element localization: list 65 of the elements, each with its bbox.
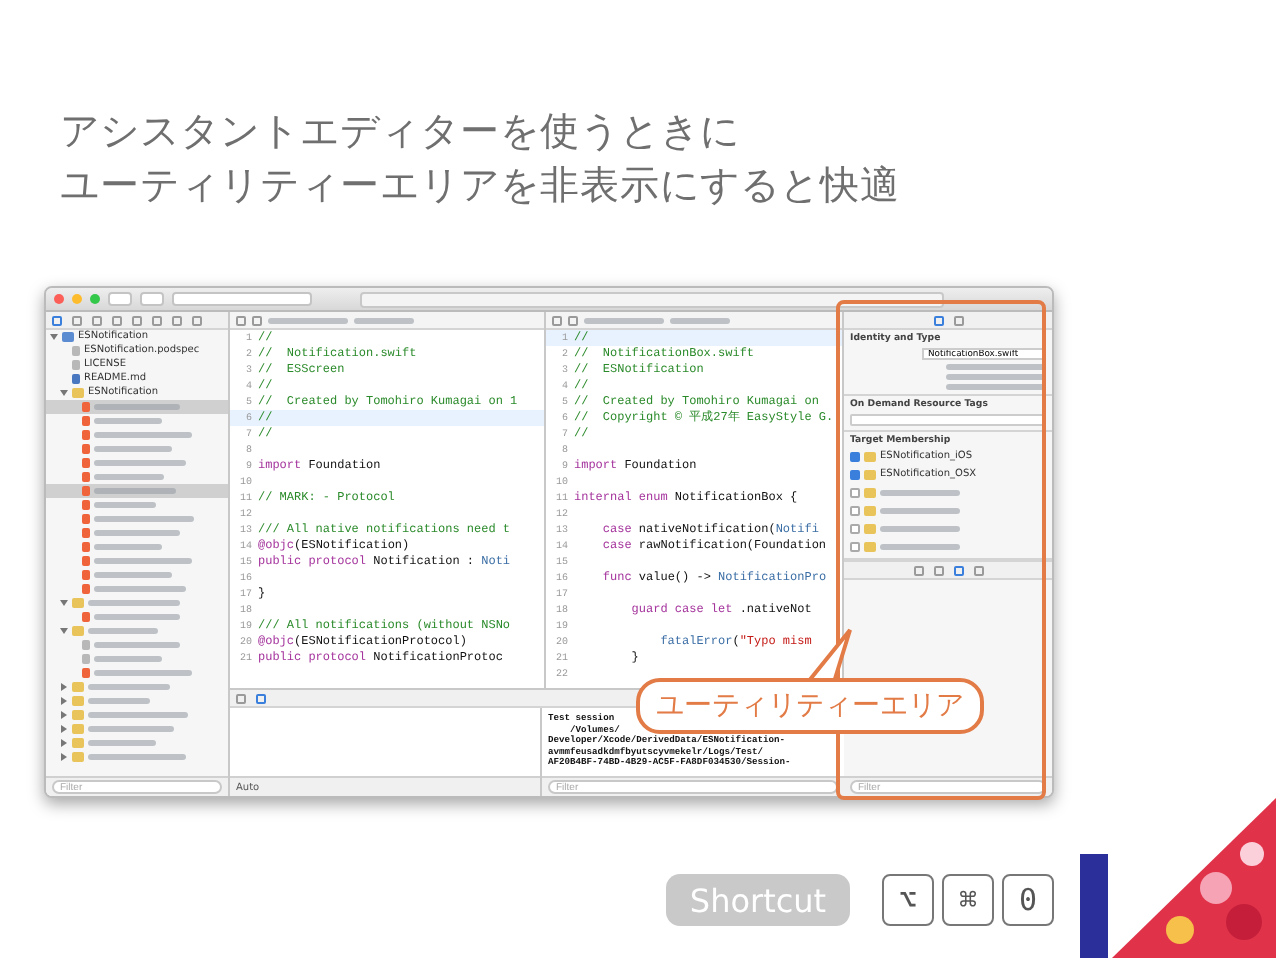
blurred-label-drawing	[94, 502, 156, 508]
close-icon[interactable]	[54, 294, 64, 304]
blurred-label-drawing	[94, 572, 171, 578]
blurred-label-drawing	[88, 698, 150, 704]
keyboard-key: 0	[1002, 874, 1054, 926]
blurred-label-drawing	[94, 446, 171, 452]
blurred-label-drawing	[88, 684, 170, 690]
blurred-label-drawing	[88, 740, 156, 746]
blurred-label-drawing	[94, 656, 162, 662]
blurred-label-drawing	[946, 384, 1046, 390]
tags-field[interactable]	[850, 414, 1046, 426]
blurred-label-drawing	[94, 530, 181, 536]
blurred-label-drawing	[94, 474, 164, 480]
slide-title: アシスタントエディターを使うときに	[60, 106, 742, 158]
blurred-label-drawing	[268, 317, 348, 323]
checkbox[interactable]	[850, 488, 860, 498]
blurred-label-drawing	[880, 526, 960, 532]
blurred-label-drawing	[94, 488, 176, 494]
blurred-label-drawing	[94, 586, 187, 592]
run-button[interactable]	[108, 292, 132, 306]
blurred-label-drawing	[94, 432, 192, 438]
blurred-label-drawing	[88, 600, 181, 606]
blurred-label-drawing	[946, 364, 1046, 370]
folder-icon	[72, 388, 84, 398]
folder-icon	[72, 626, 84, 636]
scheme-selector[interactable]	[172, 292, 312, 306]
file-icon[interactable]	[252, 315, 262, 325]
blurred-label-drawing	[88, 726, 175, 732]
blurred-label-drawing	[946, 374, 1046, 380]
checkbox[interactable]	[850, 452, 860, 462]
folder-icon	[72, 598, 84, 608]
folder-icon	[62, 332, 74, 342]
blurred-label-drawing	[94, 544, 162, 550]
blurred-label-drawing	[94, 516, 195, 522]
checkbox[interactable]	[850, 506, 860, 516]
blurred-label-drawing	[94, 558, 192, 564]
slide-title: ユーティリティーエリアを非表示にすると快適	[60, 160, 902, 212]
blurred-label-drawing	[94, 404, 181, 410]
stop-button[interactable]	[140, 292, 164, 306]
minimize-icon[interactable]	[72, 294, 82, 304]
blurred-label-drawing	[880, 544, 960, 550]
blurred-label-drawing	[94, 614, 181, 620]
keyboard-key: ⌘	[942, 874, 994, 926]
checkbox[interactable]	[850, 470, 860, 480]
blurred-label-drawing	[88, 628, 158, 634]
keyboard-key: ⌥	[882, 874, 934, 926]
blurred-label-drawing	[880, 490, 960, 496]
zoom-icon[interactable]	[90, 294, 100, 304]
blurred-label-drawing	[670, 317, 730, 323]
file-icon	[82, 612, 90, 622]
blurred-label-drawing	[94, 642, 181, 648]
checkbox[interactable]	[850, 542, 860, 552]
blurred-label-drawing	[94, 460, 187, 466]
blurred-label-drawing	[584, 317, 664, 323]
blurred-label-drawing	[88, 754, 186, 760]
checkbox[interactable]	[850, 524, 860, 534]
file-icon[interactable]	[568, 315, 578, 325]
blurred-label-drawing	[94, 670, 192, 676]
blurred-label-drawing	[88, 712, 189, 718]
blurred-label-drawing	[354, 317, 414, 323]
file-icon[interactable]	[933, 315, 943, 325]
file-navigator-row[interactable]	[46, 484, 228, 498]
blurred-label-drawing	[94, 418, 162, 424]
file-navigator-row[interactable]	[46, 400, 228, 414]
blurred-label-drawing	[880, 508, 960, 514]
